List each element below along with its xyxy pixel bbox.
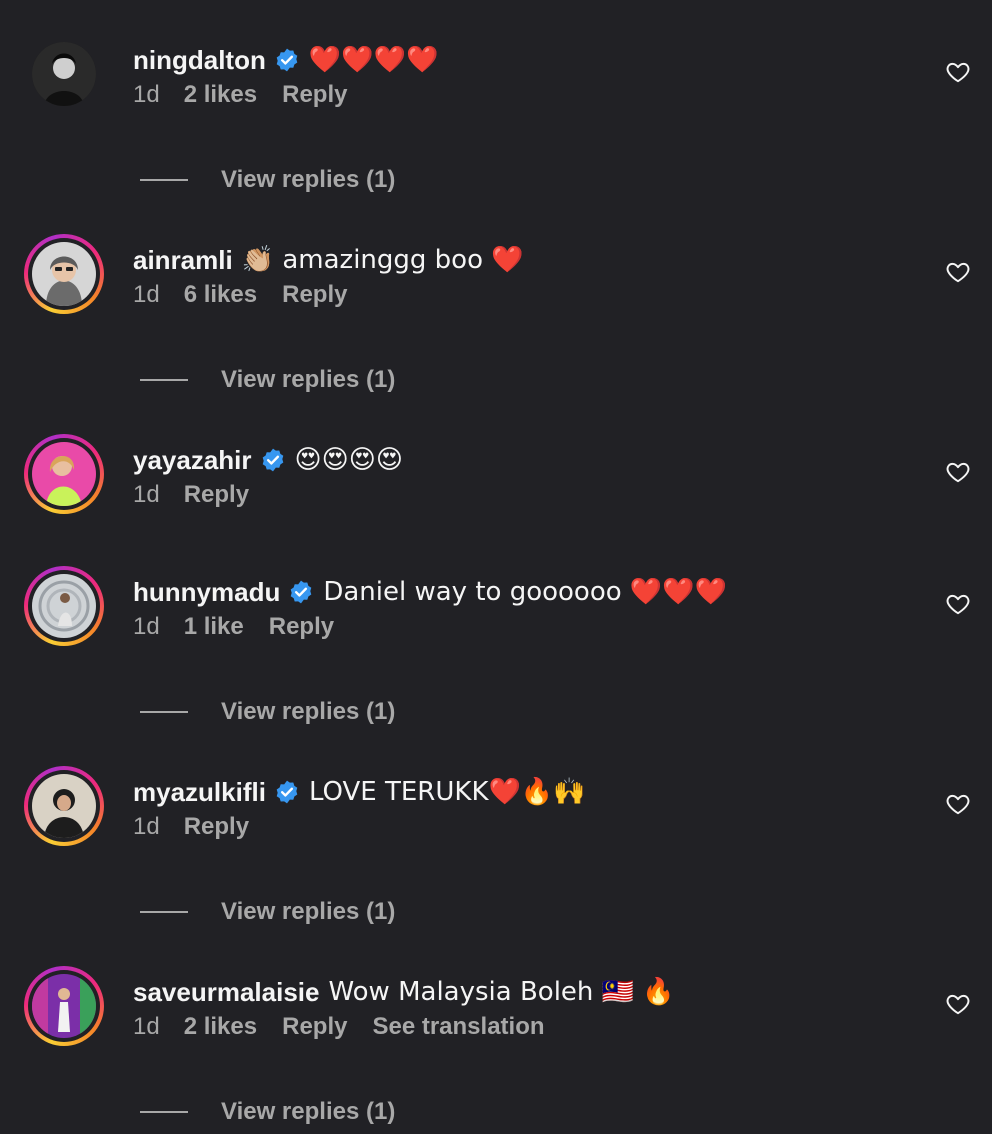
- likes-count[interactable]: 6 likes: [184, 281, 257, 309]
- comment-text: ❤️❤️❤️❤️: [308, 45, 439, 75]
- avatar-photo: [32, 442, 96, 506]
- likes-count[interactable]: 1 like: [184, 613, 244, 641]
- like-heart-icon[interactable]: [945, 459, 971, 485]
- view-replies-label: View replies (1): [221, 898, 396, 925]
- comment-header: ningdalton ❤️❤️❤️❤️: [133, 40, 438, 80]
- view-replies-button[interactable]: View replies (1): [140, 1095, 395, 1129]
- replies-divider: [140, 911, 188, 913]
- avatar-photo: [32, 574, 96, 638]
- comment-header: hunnymadu Daniel way to goooooo ❤️❤️❤️: [133, 572, 727, 612]
- avatar-photo: [32, 42, 96, 106]
- verified-badge-icon: [274, 779, 300, 805]
- timestamp: 1d: [133, 481, 160, 508]
- username[interactable]: ainramli: [133, 245, 233, 276]
- comment-text: 👏🏼 amazinggg boo ❤️: [241, 245, 524, 275]
- avatar-photo: [32, 242, 96, 306]
- comment-header: ainramli 👏🏼 amazinggg boo ❤️: [133, 240, 524, 280]
- view-replies-label: View replies (1): [221, 166, 396, 193]
- comment-text: Daniel way to goooooo ❤️❤️❤️: [323, 577, 728, 607]
- view-replies-button[interactable]: View replies (1): [140, 363, 395, 397]
- comment-text: Wow Malaysia Boleh 🇲🇾 🔥: [328, 977, 675, 1007]
- comment-meta: 1d Reply: [133, 478, 274, 512]
- timestamp: 1d: [133, 81, 160, 108]
- verified-badge-icon: [274, 47, 300, 73]
- comment-header: yayazahir 😍😍😍😍: [133, 440, 403, 480]
- replies-divider: [140, 1111, 188, 1113]
- reply-button[interactable]: Reply: [282, 81, 347, 109]
- replies-divider: [140, 379, 188, 381]
- timestamp: 1d: [133, 281, 160, 308]
- comment-meta: 1d 2 likes Reply: [133, 78, 372, 112]
- username[interactable]: myazulkifli: [133, 777, 266, 808]
- avatar[interactable]: [32, 42, 96, 106]
- reply-button[interactable]: Reply: [269, 613, 334, 641]
- comment-header: saveurmalaisie Wow Malaysia Boleh 🇲🇾 🔥: [133, 972, 675, 1012]
- comment-meta: 1d 6 likes Reply: [133, 278, 372, 312]
- timestamp: 1d: [133, 613, 160, 640]
- comment-header: myazulkifli LOVE TERUKK❤️🔥🙌: [133, 772, 586, 812]
- reply-button[interactable]: Reply: [282, 281, 347, 309]
- likes-count[interactable]: 2 likes: [184, 81, 257, 109]
- view-replies-button[interactable]: View replies (1): [140, 695, 395, 729]
- comment-meta: 1d 2 likes Reply See translation: [133, 1010, 545, 1044]
- view-replies-label: View replies (1): [221, 366, 396, 393]
- comment-meta: 1d 1 like Reply: [133, 610, 359, 644]
- username[interactable]: yayazahir: [133, 445, 252, 476]
- view-replies-label: View replies (1): [221, 1098, 396, 1125]
- view-replies-button[interactable]: View replies (1): [140, 163, 395, 197]
- likes-count[interactable]: 2 likes: [184, 1013, 257, 1041]
- avatar-photo: [32, 774, 96, 838]
- avatar-photo: [32, 974, 96, 1038]
- see-translation-button[interactable]: See translation: [372, 1013, 544, 1041]
- username[interactable]: saveurmalaisie: [133, 977, 319, 1008]
- avatar[interactable]: [24, 766, 104, 846]
- timestamp: 1d: [133, 1013, 160, 1040]
- reply-button[interactable]: Reply: [282, 1013, 347, 1041]
- like-heart-icon[interactable]: [945, 59, 971, 85]
- like-heart-icon[interactable]: [945, 991, 971, 1017]
- like-heart-icon[interactable]: [945, 591, 971, 617]
- like-heart-icon[interactable]: [945, 791, 971, 817]
- comment-text: 😍😍😍😍: [294, 445, 403, 475]
- view-replies-label: View replies (1): [221, 698, 396, 725]
- username[interactable]: ningdalton: [133, 45, 266, 76]
- avatar[interactable]: [24, 234, 104, 314]
- avatar[interactable]: [24, 434, 104, 514]
- comment-text: LOVE TERUKK❤️🔥🙌: [308, 777, 586, 807]
- comment-meta: 1d Reply: [133, 810, 274, 844]
- replies-divider: [140, 179, 188, 181]
- avatar[interactable]: [24, 966, 104, 1046]
- username[interactable]: hunnymadu: [133, 577, 280, 608]
- avatar[interactable]: [24, 566, 104, 646]
- verified-badge-icon: [288, 579, 314, 605]
- reply-button[interactable]: Reply: [184, 813, 249, 841]
- verified-badge-icon: [260, 447, 286, 473]
- reply-button[interactable]: Reply: [184, 481, 249, 509]
- timestamp: 1d: [133, 813, 160, 840]
- like-heart-icon[interactable]: [945, 259, 971, 285]
- view-replies-button[interactable]: View replies (1): [140, 895, 395, 929]
- replies-divider: [140, 711, 188, 713]
